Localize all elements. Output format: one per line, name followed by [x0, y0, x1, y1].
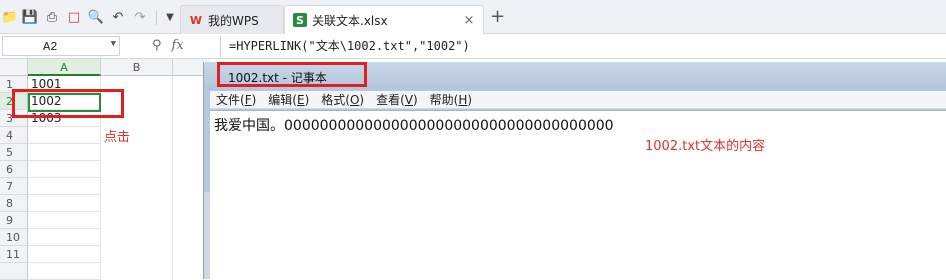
- name-box-value: A2: [43, 40, 58, 54]
- cell[interactable]: [28, 127, 101, 144]
- menu-edit[interactable]: 编辑(E): [268, 91, 309, 108]
- notepad-window: 1002.txt - 记事本 文件(F) 编辑(E) 格式(O) 查看(V) 帮…: [203, 62, 946, 279]
- content-annotation: 1002.txt文本的内容: [645, 139, 766, 154]
- formula-bar: A2 ▼ ⚲ fx =HYPERLINK("文本\1002.txt","1002…: [0, 34, 946, 59]
- row-header[interactable]: 6: [0, 161, 28, 178]
- spreadsheet-icon: S: [293, 13, 307, 27]
- tab-spreadsheet[interactable]: S 关联文本.xlsx ×: [284, 5, 484, 34]
- formula-input[interactable]: =HYPERLINK("文本\1002.txt","1002"): [220, 36, 944, 57]
- notepad-text-area[interactable]: 我爱中国。00000000000000000000000000000000000…: [210, 110, 946, 279]
- menu-format[interactable]: 格式(O): [321, 91, 364, 108]
- tab-label: 我的WPS: [208, 13, 259, 28]
- cell-highlight-box: [12, 89, 124, 118]
- menu-view[interactable]: 查看(V): [376, 91, 418, 108]
- chevron-down-icon[interactable]: ▼: [111, 39, 116, 49]
- close-icon[interactable]: ×: [464, 13, 475, 28]
- cell[interactable]: [28, 246, 101, 263]
- print-icon[interactable]: ⎙: [44, 9, 60, 25]
- notepad-content: 我爱中国。00000000000000000000000000000000000…: [214, 118, 614, 134]
- tab-my-wps[interactable]: W 我的WPS: [180, 5, 284, 34]
- column-header-a[interactable]: A: [28, 59, 101, 76]
- notepad-menubar: 文件(F) 编辑(E) 格式(O) 查看(V) 帮助(H): [210, 91, 946, 109]
- title-highlight-box: [217, 62, 367, 87]
- row-header[interactable]: [0, 263, 28, 280]
- undo-icon[interactable]: ↶: [110, 9, 126, 25]
- row-header[interactable]: 7: [0, 178, 28, 195]
- cell[interactable]: [28, 144, 101, 161]
- print-preview-icon[interactable]: 🔍: [88, 9, 104, 25]
- folder-icon[interactable]: 📁: [2, 9, 18, 25]
- row-header[interactable]: 10: [0, 229, 28, 246]
- row-header[interactable]: 5: [0, 144, 28, 161]
- row-header[interactable]: 9: [0, 212, 28, 229]
- fx-icon[interactable]: fx: [172, 38, 184, 53]
- row-header[interactable]: 4: [0, 127, 28, 144]
- cell[interactable]: [28, 229, 101, 246]
- save-icon[interactable]: 💾: [22, 9, 38, 25]
- toolbar-separator: [156, 10, 157, 25]
- add-tab-button[interactable]: +: [490, 6, 505, 27]
- menu-file[interactable]: 文件(F): [216, 91, 256, 108]
- tab-label: 关联文本.xlsx: [312, 13, 388, 28]
- cell[interactable]: [28, 263, 101, 280]
- name-box[interactable]: A2 ▼: [2, 36, 120, 56]
- menu-help[interactable]: 帮助(H): [430, 91, 472, 108]
- scrollbar[interactable]: [204, 192, 210, 279]
- redo-icon[interactable]: ↷: [132, 9, 148, 25]
- cell[interactable]: [28, 161, 101, 178]
- zoom-icon[interactable]: ⚲: [152, 38, 162, 53]
- corner-header[interactable]: [0, 59, 28, 76]
- row-header[interactable]: 8: [0, 195, 28, 212]
- formula-icons: ⚲ fx: [152, 38, 184, 53]
- column-header-b[interactable]: B: [101, 59, 173, 76]
- cell[interactable]: [28, 195, 101, 212]
- wps-icon: W: [189, 13, 203, 27]
- top-toolbar: 📁 💾 ⎙ □ 🔍 ↶ ↷ ▼ W 我的WPS S 关联文本.xlsx × +: [0, 0, 946, 34]
- cell[interactable]: [28, 212, 101, 229]
- click-annotation: 点击: [104, 130, 131, 145]
- pdf-icon[interactable]: □: [66, 9, 82, 25]
- row-header[interactable]: 11: [0, 246, 28, 263]
- cell[interactable]: [28, 178, 101, 195]
- dropdown-icon[interactable]: ▼: [162, 9, 178, 25]
